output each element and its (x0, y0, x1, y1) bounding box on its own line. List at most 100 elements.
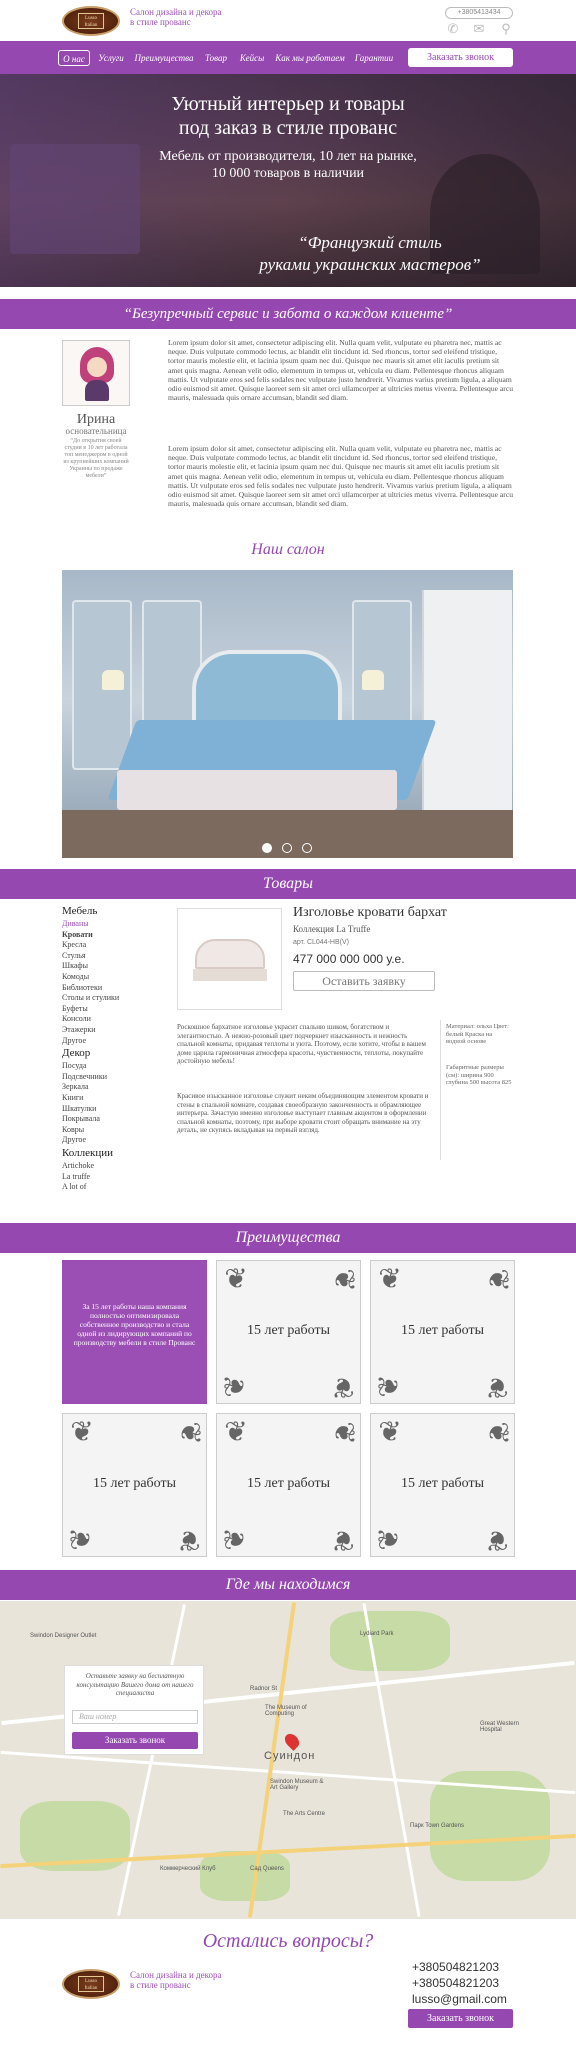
category-heading[interactable]: Мебель (62, 906, 97, 917)
product-title: Изголовье кровати бархат (293, 905, 447, 920)
nav-item-guarantees[interactable]: Гарантии (352, 50, 396, 66)
category-item[interactable]: Консоли (62, 1014, 91, 1024)
footer-email[interactable]: lusso@gmail.com (412, 1992, 507, 2006)
founder-role: основательница (65, 426, 127, 436)
category-item[interactable]: Кресла (62, 940, 86, 950)
about-paragraph-2: Lorem ipsum dolor sit amet, consectetur … (168, 444, 513, 509)
ornament-icon: ❦ (485, 1524, 509, 1555)
nav-item-about[interactable]: О нас (58, 50, 90, 66)
nav-item-cases[interactable]: Кейсы (236, 50, 268, 66)
category-item[interactable]: Подсвечники (62, 1072, 107, 1082)
advantage-label: 15 лет работы (247, 1476, 330, 1491)
callback-form: Оставьте заявку на бесплатную консультац… (64, 1665, 204, 1755)
ornament-icon: ❦ (331, 1524, 355, 1555)
category-item[interactable]: Artichoke (62, 1161, 94, 1171)
service-band: “Безупречный сервис и забота о каждом кл… (0, 299, 576, 329)
product-collection: Коллекция La Truffe (293, 924, 371, 934)
map-label: The Arts Centre (283, 1811, 326, 1817)
ornament-icon: ❦ (220, 1527, 251, 1551)
location-band: Где мы находимся (0, 1570, 576, 1600)
logo-text: Lusso Italian (78, 13, 104, 29)
advantage-label: 15 лет работы (93, 1476, 176, 1491)
tagline-line1: Салон дизайна и декора (130, 7, 222, 17)
map-label: Парк Town Gardens (410, 1823, 464, 1829)
tagline-line2: в стиле прованс (130, 17, 191, 27)
product-image[interactable] (177, 908, 282, 1010)
footer-logo[interactable]: Lusso Italian (62, 1969, 120, 1999)
category-item[interactable]: Столы и стулики (62, 993, 119, 1003)
product-article: арт. CL044-HB(V) (293, 939, 349, 946)
map-label: Сад Queens (250, 1866, 284, 1872)
founder-quote: “До открытия своей студии в 10 лет работ… (63, 438, 129, 479)
salon-title: Наш салон (251, 541, 325, 558)
category-item[interactable]: Зеркала (62, 1082, 89, 1092)
map-label: Lydiard Park (360, 1631, 394, 1637)
product-description-1: Роскошное бархатное изголовье украсит сп… (177, 1023, 426, 1066)
category-item[interactable]: Другое (62, 1135, 86, 1145)
advantage-card: ❦ ❦ ❦ ❦ 15 лет работы (370, 1260, 515, 1404)
nav-item-how-we-work[interactable]: Как мы работаем (272, 50, 348, 66)
category-item[interactable]: Шкафы (62, 961, 88, 971)
category-item[interactable]: Ковры (62, 1125, 84, 1135)
nav-item-products[interactable]: Товар (201, 50, 231, 66)
slider-dot-2[interactable] (282, 843, 292, 853)
ornament-icon: ❦ (374, 1374, 405, 1398)
category-item[interactable]: Другое (62, 1036, 86, 1046)
hero-subtitle: Мебель от производителя, 10 лет на рынке… (159, 149, 417, 181)
advantage-card: ❦ ❦ ❦ ❦ 15 лет работы (216, 1260, 361, 1404)
nav-item-advantages[interactable]: Преимущества (131, 50, 197, 66)
founder-photo (62, 340, 130, 406)
category-item[interactable]: La truffe (62, 1172, 90, 1182)
map-label: Swindon Designer Outlet (30, 1633, 97, 1639)
call-request-button[interactable]: Заказать звонок (408, 48, 513, 67)
category-heading[interactable]: Декор (62, 1048, 90, 1059)
footer-call-button[interactable]: Заказать звонок (408, 2009, 513, 2028)
map-label: Radnor St (250, 1686, 278, 1692)
category-item[interactable]: Диваны (62, 919, 89, 929)
ornament-icon: ❦ (177, 1524, 201, 1555)
header-tagline: Салон дизайна и декора в стиле прованс (130, 7, 222, 27)
slider-dot-3[interactable] (302, 843, 312, 853)
category-item[interactable]: Комоды (62, 972, 89, 982)
phone-icon[interactable]: ✆ (446, 22, 460, 36)
nav-item-services[interactable]: Услуги (93, 50, 129, 66)
salon-slider-image[interactable] (62, 570, 513, 858)
header-phone[interactable]: +3805413434 (445, 7, 513, 19)
map-city-label: Суиндон (264, 1750, 316, 1762)
category-item[interactable]: Буфеты (62, 1004, 88, 1014)
slider-dot-1[interactable] (262, 843, 272, 853)
hero-slogan: “Французкий стиль руками украинских маст… (259, 233, 481, 274)
category-item[interactable]: Стулья (62, 951, 86, 961)
main-nav: О нас Услуги Преимущества Товар Кейсы Ка… (0, 41, 576, 74)
advantage-label: 15 лет работы (247, 1323, 330, 1338)
ornament-icon: ❦ (378, 1264, 402, 1295)
map-label: Great Western Hospital (480, 1721, 519, 1733)
mail-icon[interactable]: ✉ (472, 22, 486, 36)
location-icon[interactable]: ⚲ (499, 22, 513, 36)
category-item[interactable]: Покрывала (62, 1114, 100, 1124)
leave-request-button[interactable]: Оставить заявку (293, 971, 435, 991)
products-band: Товары (0, 869, 576, 899)
category-item[interactable]: Посуда (62, 1061, 87, 1071)
product-dimensions: Габаритные размеры (см): ширина 900 глуб… (446, 1064, 512, 1087)
ornament-icon: ❦ (224, 1417, 248, 1448)
advantages-intro: За 15 лет работы наша компания полностью… (62, 1260, 207, 1404)
about-paragraph-1: Lorem ipsum dolor sit amet, consectetur … (168, 338, 513, 403)
advantage-label: 15 лет работы (401, 1323, 484, 1338)
category-item[interactable]: Библиотеки (62, 983, 102, 993)
ornament-icon: ❦ (374, 1527, 405, 1551)
ornament-icon: ❦ (66, 1527, 97, 1551)
category-item[interactable]: A lot of (62, 1182, 86, 1192)
category-item[interactable]: Этажерки (62, 1025, 96, 1035)
footer-phone-2[interactable]: +380504821203 (412, 1976, 499, 1990)
footer-phone-1[interactable]: +380504821203 (412, 1960, 499, 1974)
category-item[interactable]: Кровати (62, 930, 93, 940)
hero-banner: Уютный интерьер и товары под заказ в сти… (0, 74, 576, 287)
category-item[interactable]: Книги (62, 1093, 83, 1103)
category-heading[interactable]: Коллекции (62, 1148, 113, 1159)
avatar (80, 347, 114, 401)
phone-number-input[interactable]: Ваш номер (72, 1710, 198, 1724)
form-call-button[interactable]: Заказать звонок (72, 1732, 198, 1749)
logo[interactable]: Lusso Italian (62, 6, 120, 36)
category-item[interactable]: Шкатулки (62, 1104, 96, 1114)
